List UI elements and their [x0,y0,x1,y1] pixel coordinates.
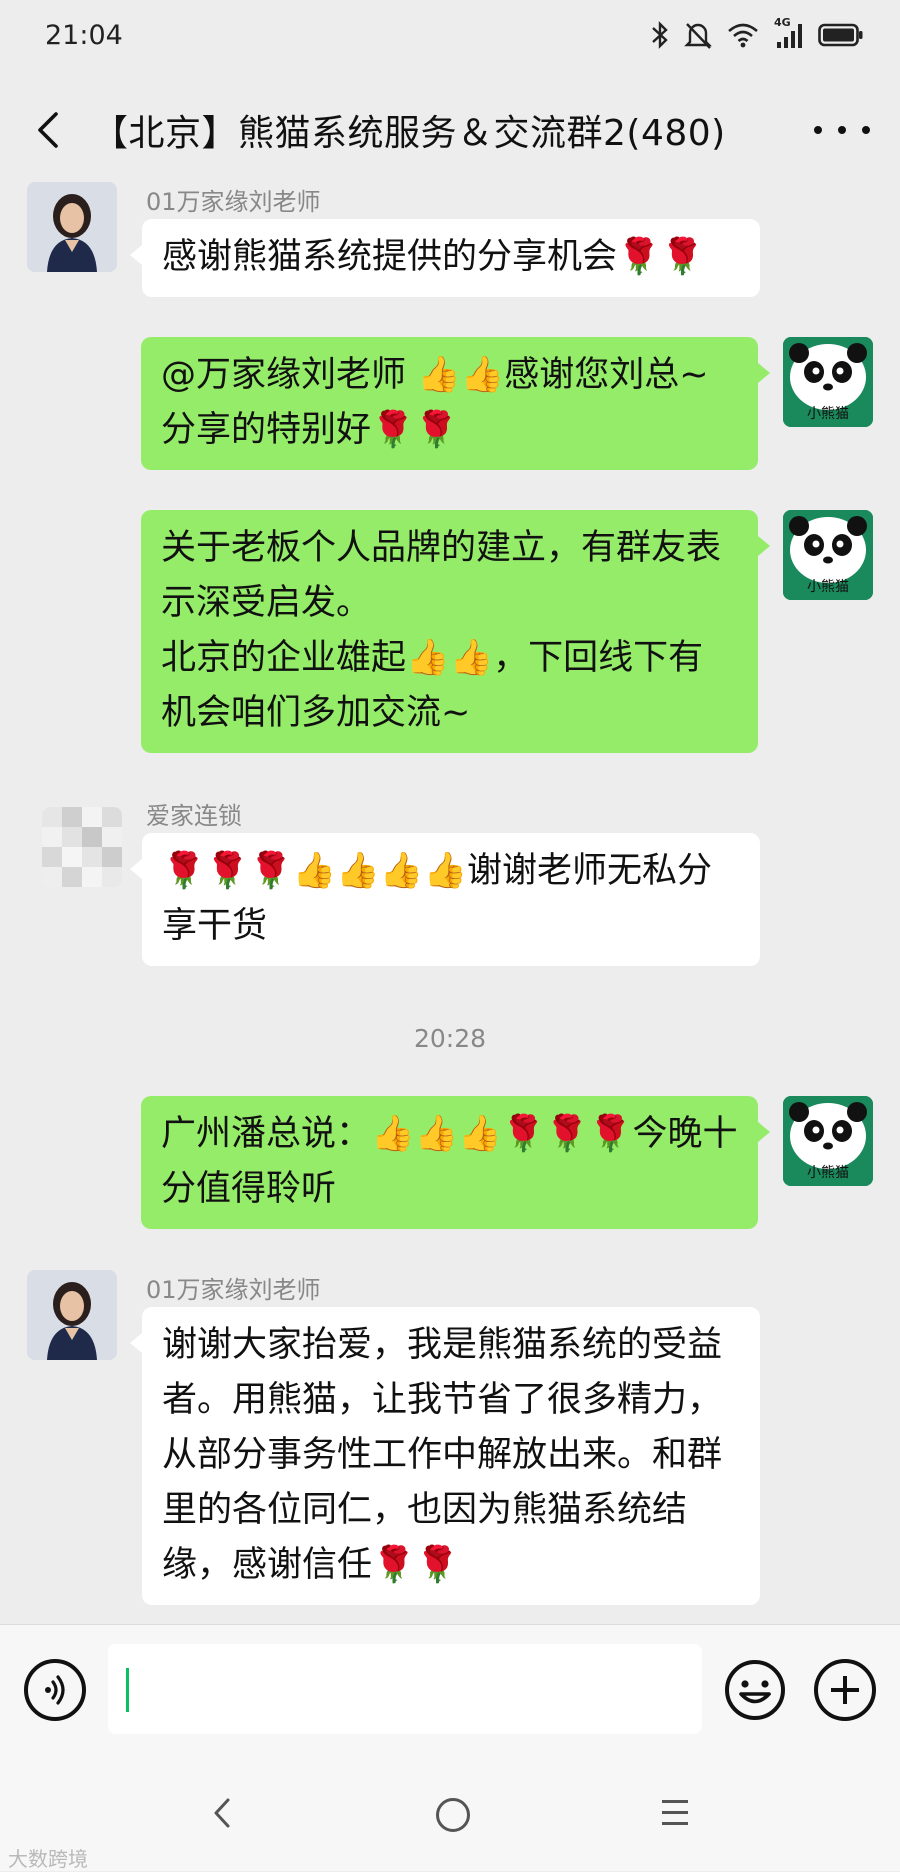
text-cursor [126,1668,129,1712]
person-avatar-icon [27,1270,117,1360]
avatar-panda[interactable]: 小熊猫 [783,510,873,600]
battery-icon [818,23,863,47]
wifi-icon [728,23,758,48]
voice-input-button[interactable] [24,1659,86,1721]
voice-wave-icon [45,1675,65,1705]
message-bubble-incoming[interactable]: 谢谢大家抬爱，我是熊猫系统的受益者。用熊猫，让我节省了很多精力，从部分事务性工作… [130,1307,760,1605]
panda-avatar-label: 小熊猫 [807,1165,849,1181]
nav-back-button[interactable] [210,1796,234,1830]
status-time: 21:04 [45,20,123,51]
message-bubble-outgoing[interactable]: 关于老板个人品牌的建立，有群友表示深受启发。 北京的企业雄起👍👍，下回线下有机会… [141,510,770,753]
mute-bell-icon [684,23,712,49]
menu-line-icon [662,1811,688,1814]
message-bubble-incoming[interactable]: 🌹🌹🌹👍👍👍👍谢谢老师无私分享干货 [130,833,760,966]
group-title: 【北京】熊猫系统服务＆交流群2(480) [92,113,726,154]
watermark: 大数跨境 [8,1847,88,1871]
dot-icon [814,126,822,134]
menu-line-icon [662,1822,688,1825]
more-functions-button[interactable] [814,1659,876,1721]
menu-line-icon [662,1800,688,1803]
status-bar: 21:04 4G [0,0,900,78]
sender-name: 爱家连锁 [146,802,242,830]
system-nav-bar [0,1756,900,1871]
message-bubble-outgoing[interactable]: @万家缘刘老师 👍👍感谢您刘总~分享的特别好🌹🌹 [141,337,770,470]
avatar-pixelated[interactable] [42,807,122,887]
message-input[interactable] [108,1644,702,1734]
back-button[interactable] [26,104,76,156]
signal-bars-icon [777,24,802,48]
panda-avatar-label: 小熊猫 [807,406,849,422]
nav-recents-button[interactable] [662,1800,688,1833]
nav-home-button[interactable] [436,1798,470,1832]
sender-name: 01万家缘刘老师 [146,1276,321,1304]
avatar-woman-teacher[interactable] [27,182,117,272]
more-options-button[interactable] [814,112,870,148]
bluetooth-icon [652,21,668,49]
person-avatar-icon [27,182,117,272]
input-bar [0,1624,900,1757]
sender-name: 01万家缘刘老师 [146,188,321,216]
signal-4g: 4G [774,16,804,50]
chat-timestamp: 20:28 [413,1024,487,1053]
plus-icon [831,1676,859,1704]
message-bubble-outgoing[interactable]: 广州潘总说：👍👍👍🌹🌹🌹今晚十分值得聆听 [141,1096,770,1229]
chat-list[interactable]: 01万家缘刘老师 感谢熊猫系统提供的分享机会🌹🌹 @万家缘刘老师 👍👍感谢您刘总… [0,182,900,1624]
emoji-button[interactable] [724,1659,786,1721]
chat-header: 【北京】熊猫系统服务＆交流群2(480) [0,78,900,182]
avatar-woman-teacher[interactable] [27,1270,117,1360]
panda-avatar-label: 小熊猫 [807,579,849,595]
mosaic-avatar-icon [42,807,122,887]
dot-icon [838,126,846,134]
dot-icon [862,126,870,134]
status-icons: 4G [650,16,864,50]
avatar-panda[interactable]: 小熊猫 [783,337,873,427]
avatar-panda[interactable]: 小熊猫 [783,1096,873,1186]
message-bubble-incoming[interactable]: 感谢熊猫系统提供的分享机会🌹🌹 [130,219,760,297]
